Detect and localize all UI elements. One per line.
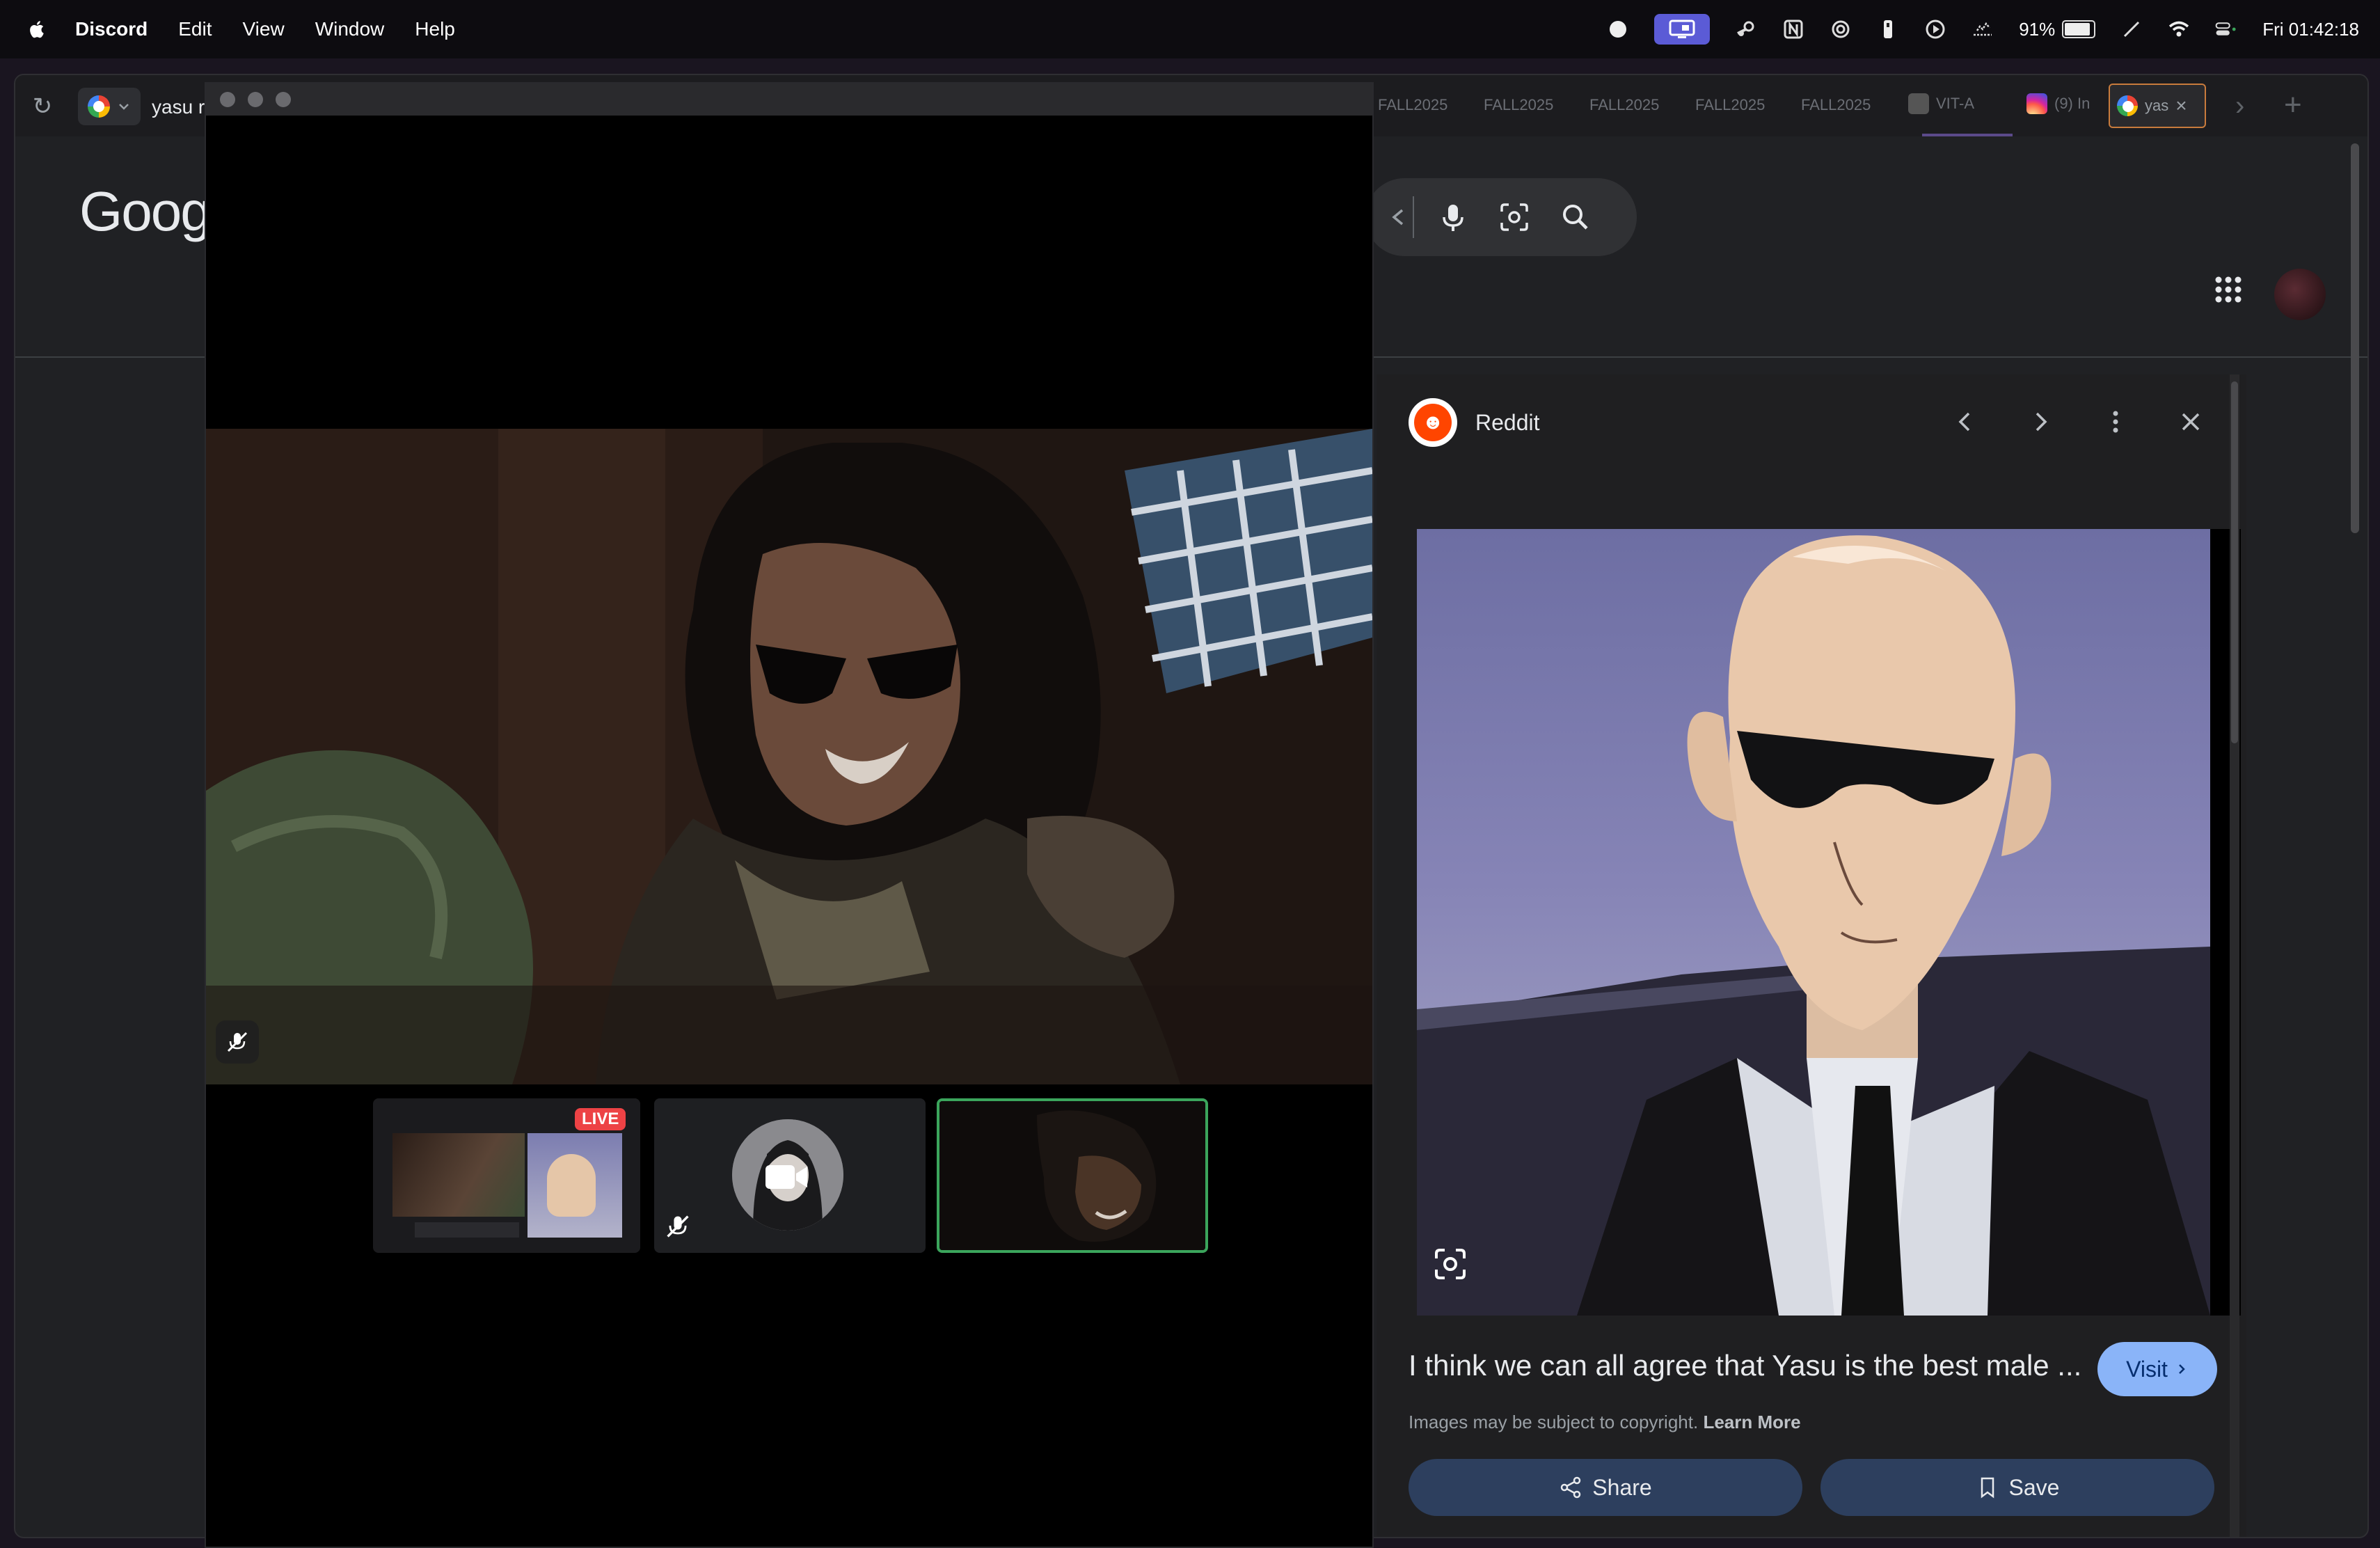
new-tab-icon[interactable]: + xyxy=(2284,88,2302,123)
bookmark-icon xyxy=(1981,1477,1994,1499)
preview-image[interactable] xyxy=(1417,529,2210,1316)
chevron-right-icon[interactable]: › xyxy=(2235,90,2244,122)
menubar-clock[interactable]: Fri 01:42:18 xyxy=(2262,19,2359,40)
battery-percent: 91% xyxy=(2019,18,2056,40)
next-result-icon[interactable] xyxy=(2021,402,2060,441)
chevron-right-icon xyxy=(2179,1364,2185,1374)
play-circle-icon[interactable] xyxy=(1924,18,1946,40)
browser-tab[interactable]: FALL2025 xyxy=(1695,96,1765,114)
minimize-window-button[interactable] xyxy=(248,92,263,107)
visit-button[interactable]: Visit xyxy=(2097,1342,2217,1396)
menu-window[interactable]: Window xyxy=(315,18,385,40)
browser-tab-instagram[interactable]: (9) In xyxy=(2026,93,2090,114)
google-apps-icon[interactable] xyxy=(2214,276,2242,307)
search-icon[interactable] xyxy=(1557,199,1594,235)
save-button[interactable]: Save xyxy=(1820,1459,2214,1516)
participant-tile-camera-off[interactable] xyxy=(654,1098,926,1253)
discord-call-popout: LIVE xyxy=(205,82,1374,1548)
pen-icon[interactable] xyxy=(2120,18,2143,40)
preview-source[interactable]: ☻ Reddit xyxy=(1409,398,1540,447)
wifi-icon[interactable] xyxy=(2168,18,2190,40)
chevron-left-icon[interactable] xyxy=(1379,199,1404,235)
google-lens-icon[interactable] xyxy=(1429,1243,1471,1285)
save-label: Save xyxy=(2008,1474,2060,1500)
reload-icon[interactable]: ↻ xyxy=(29,93,56,120)
previous-result-icon[interactable] xyxy=(1946,402,1985,441)
reddit-icon: ☻ xyxy=(1409,398,1457,447)
image-preview-panel: ☻ Reddit I think we can all agree that Y… xyxy=(1377,374,2246,1537)
search-bar[interactable] xyxy=(1365,178,1637,256)
browser-tab-active[interactable]: yas × xyxy=(2109,84,2206,128)
participant-video xyxy=(939,1101,1205,1250)
apple-icon[interactable] xyxy=(26,17,49,42)
battery-status[interactable]: 91% xyxy=(2019,18,2096,40)
share-label: Share xyxy=(1592,1474,1652,1500)
muted-mic-icon xyxy=(216,1020,259,1064)
browser-tab[interactable]: FALL2025 xyxy=(1801,96,1871,114)
status-area: 91% Fri 01:42:18 xyxy=(1607,0,2359,58)
openai-icon[interactable] xyxy=(1830,18,1852,40)
browser-tab[interactable]: FALL2025 xyxy=(1589,96,1659,114)
copyright-text: Images may be subject to copyright. xyxy=(1409,1412,1699,1432)
panel-scrollbar[interactable] xyxy=(2230,374,2239,1537)
google-lens-icon[interactable] xyxy=(1496,199,1532,235)
close-icon[interactable] xyxy=(2171,402,2210,441)
browser-tab[interactable]: FALL2025 xyxy=(1378,96,1447,114)
notion-icon[interactable] xyxy=(1782,18,1804,40)
control-center-icon[interactable] xyxy=(2215,18,2237,40)
tab-title: yas xyxy=(2145,97,2169,114)
google-g-icon xyxy=(2117,95,2138,116)
screen-share-status-icon[interactable] xyxy=(1654,14,1711,45)
record-dot-icon[interactable] xyxy=(1607,18,1629,40)
menu-edit[interactable]: Edit xyxy=(178,18,212,40)
account-avatar[interactable] xyxy=(2274,269,2326,320)
visit-label: Visit xyxy=(2126,1356,2168,1382)
chevron-down-icon xyxy=(119,104,129,110)
activity-icon[interactable] xyxy=(1972,18,1994,40)
video-camera-icon xyxy=(763,1160,811,1194)
menu-view[interactable]: View xyxy=(243,18,285,40)
menu-help[interactable]: Help xyxy=(415,18,455,40)
app-menu-discord[interactable]: Discord xyxy=(75,18,148,40)
live-badge: LIVE xyxy=(575,1108,626,1130)
zoom-window-button[interactable] xyxy=(276,92,291,107)
steam-icon[interactable] xyxy=(1735,18,1757,40)
share-button[interactable]: Share xyxy=(1409,1459,1802,1516)
google-g-icon xyxy=(88,95,110,118)
address-bar-text[interactable]: yasu r xyxy=(152,96,205,118)
search-divider xyxy=(1413,196,1414,238)
muted-mic-icon xyxy=(664,1213,692,1240)
battery-icon xyxy=(2062,20,2096,38)
browser-tab-vit[interactable]: VIT-A xyxy=(1908,93,1974,114)
page-scrollbar[interactable] xyxy=(2348,136,2362,1522)
more-options-icon[interactable] xyxy=(2096,402,2135,441)
microphone-icon[interactable] xyxy=(1435,199,1471,235)
google-logo[interactable]: Googl xyxy=(79,180,222,244)
source-name: Reddit xyxy=(1475,409,1540,435)
close-window-button[interactable] xyxy=(220,92,235,107)
result-title[interactable]: I think we can all agree that Yasu is th… xyxy=(1409,1349,2081,1382)
close-tab-icon[interactable]: × xyxy=(2175,95,2187,117)
stream-preview-video xyxy=(392,1133,525,1217)
participant-tile-speaking[interactable] xyxy=(937,1098,1208,1253)
usb-drive-icon[interactable] xyxy=(1877,18,1899,40)
share-icon xyxy=(1561,1476,1581,1499)
menu-bar: Discord Edit View Window Help 91% Fri 01… xyxy=(0,0,2380,58)
document-icon xyxy=(1908,93,1929,114)
copyright-notice: Images may be subject to copyright. Lear… xyxy=(1409,1412,1801,1433)
window-titlebar[interactable] xyxy=(206,84,1372,116)
tab-group-indicator xyxy=(1922,134,2013,136)
participant-tile-stream[interactable]: LIVE xyxy=(373,1098,640,1253)
learn-more-link[interactable]: Learn More xyxy=(1703,1412,1800,1432)
instagram-icon xyxy=(2026,93,2047,114)
main-video-feed[interactable] xyxy=(206,429,1372,1084)
browser-tab[interactable]: FALL2025 xyxy=(1484,96,1553,114)
search-engine-chip[interactable] xyxy=(78,88,141,125)
